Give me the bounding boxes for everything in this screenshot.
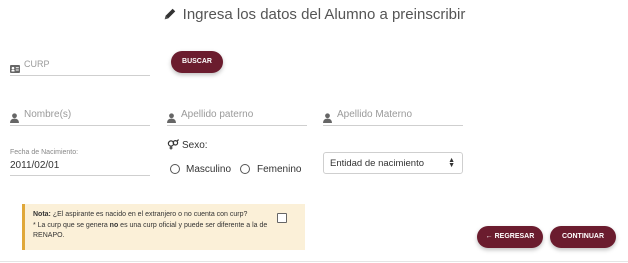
note-detail-start: * La curp que se genera (33, 222, 110, 229)
note-question-line: Nota: ¿El aspirante es nacido en el extr… (33, 210, 283, 220)
birth-state-select[interactable]: Entidad de nacimiento ▲ ▼ (323, 152, 463, 174)
note-title: Nota: (33, 211, 51, 218)
user-icon (323, 110, 332, 128)
radio-femenino[interactable] (240, 164, 250, 174)
page-title: Ingresa los datos del Alumno a preinscri… (0, 6, 628, 25)
no-curp-checkbox[interactable] (277, 213, 287, 223)
apellido-materno-input[interactable]: Apellido Materno (323, 106, 463, 126)
sex-label-group: Sexo: (167, 139, 208, 153)
arrow-left-icon: ← (485, 233, 495, 240)
apellido-materno-placeholder: Apellido Materno (337, 109, 413, 120)
user-icon (10, 110, 19, 128)
back-button[interactable]: ← REGRESAR (477, 226, 543, 248)
nombre-input[interactable]: Nombre(s) (10, 106, 150, 126)
continue-button[interactable]: CONTINUAR (550, 226, 616, 248)
radio-masculino[interactable] (170, 164, 180, 174)
nombre-placeholder: Nombre(s) (24, 109, 72, 120)
gender-icon (167, 139, 180, 153)
search-button[interactable]: BUSCAR (171, 51, 223, 73)
pencil-icon (163, 7, 177, 25)
birth-state-value: Entidad de nacimiento (330, 158, 425, 169)
back-label: REGRESAR (494, 233, 535, 240)
sex-label: Sexo: (182, 140, 208, 151)
curp-input[interactable]: CURP (10, 56, 150, 76)
page-title-text: Ingresa los datos del Alumno a preinscri… (182, 6, 466, 23)
birthdate-input[interactable]: 2011/02/01 (10, 157, 150, 176)
radio-femenino-label: Femenino (257, 164, 302, 175)
birthdate-value: 2011/02/01 (10, 160, 60, 171)
select-arrows-icon: ▲ ▼ (448, 157, 455, 169)
birthdate-label: Fecha de Nacimiento: (10, 149, 79, 156)
curp-placeholder: CURP (24, 59, 50, 69)
foreign-student-note: Nota: ¿El aspirante es nacido en el extr… (22, 204, 305, 250)
bottom-divider (0, 261, 628, 262)
note-detail-line: * La curp que se genera no es una curp o… (33, 221, 283, 241)
note-detail-bold: no (109, 222, 119, 229)
id-card-icon (10, 60, 20, 78)
user-icon (167, 110, 176, 128)
apellido-paterno-input[interactable]: Apellido paterno (167, 106, 307, 126)
note-question: ¿El aspirante es nacido en el extranjero… (52, 211, 248, 218)
radio-masculino-label: Masculino (186, 164, 232, 175)
apellido-paterno-placeholder: Apellido paterno (181, 109, 254, 120)
